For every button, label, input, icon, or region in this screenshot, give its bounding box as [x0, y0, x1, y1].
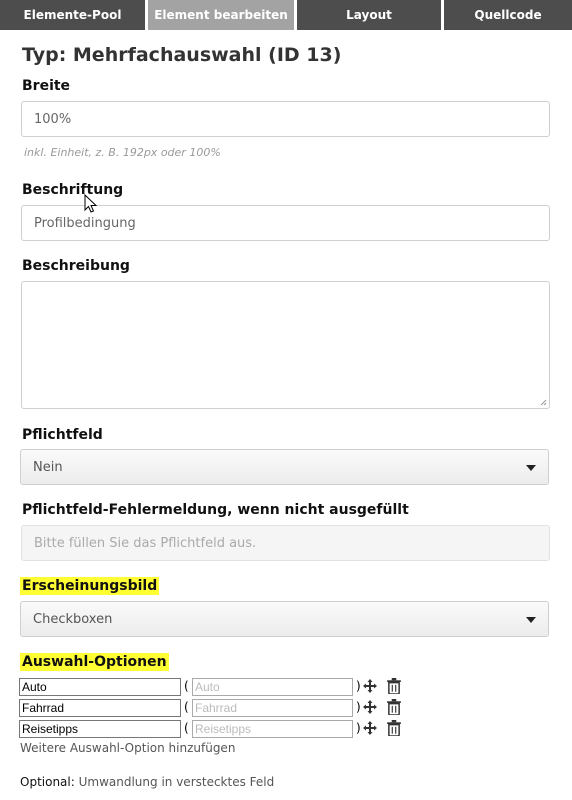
tab-quellcode[interactable]: Quellcode	[444, 0, 572, 30]
chevron-down-icon	[526, 465, 536, 471]
paren-close: )	[356, 700, 361, 714]
breite-label: Breite	[22, 78, 71, 94]
resize-handle-icon[interactable]	[539, 398, 547, 406]
beschriftung-label: Beschriftung	[22, 182, 124, 198]
option-value-input[interactable]: Fahrrad	[19, 699, 181, 717]
pflichtfeld-selected-value: Nein	[33, 459, 63, 475]
optional-prefix: Optional:	[20, 775, 75, 789]
trash-icon[interactable]	[387, 720, 401, 736]
erscheinungsbild-select[interactable]: Checkboxen	[20, 601, 549, 637]
fehlermeldung-label: Pflichtfeld-Fehlermeldung, wenn nicht au…	[22, 502, 409, 518]
paren-open: (	[184, 700, 189, 714]
convert-hidden-field-link[interactable]: Umwandlung in verstecktes Feld	[79, 775, 275, 789]
erscheinungsbild-label-text: Erscheinungsbild	[20, 577, 160, 595]
option-alias-input[interactable]: Auto	[192, 678, 353, 696]
tab-layout[interactable]: Layout	[297, 0, 441, 30]
paren-close: )	[356, 721, 361, 735]
pflichtfeld-select[interactable]: Nein	[20, 449, 549, 485]
optional-line: Optional: Umwandlung in verstecktes Feld	[20, 775, 274, 789]
erscheinungsbild-selected-value: Checkboxen	[33, 611, 113, 627]
optionen-label-text: Auswahl-Optionen	[20, 653, 169, 671]
paren-open: (	[184, 721, 189, 735]
trash-icon[interactable]	[387, 678, 401, 694]
option-value-input[interactable]: Reisetipps	[19, 720, 181, 738]
beschreibung-textarea[interactable]	[21, 281, 550, 409]
erscheinungsbild-label: Erscheinungsbild	[20, 577, 160, 595]
mouse-cursor-icon	[84, 194, 98, 213]
chevron-down-icon	[526, 617, 536, 623]
trash-icon[interactable]	[387, 699, 401, 715]
page-title: Typ: Mehrfachauswahl (ID 13)	[22, 44, 342, 66]
option-value-input[interactable]: Auto	[19, 678, 181, 696]
breite-input[interactable]: 100%	[21, 101, 550, 137]
tab-element-bearbeiten[interactable]: Element bearbeiten	[148, 0, 294, 30]
beschriftung-input[interactable]: Profilbedingung	[21, 205, 550, 241]
paren-open: (	[184, 679, 189, 693]
option-alias-input[interactable]: Fahrrad	[192, 699, 353, 717]
move-icon[interactable]	[363, 699, 377, 715]
move-icon[interactable]	[363, 720, 377, 736]
option-alias-input[interactable]: Reisetipps	[192, 720, 353, 738]
fehlermeldung-input[interactable]: Bitte füllen Sie das Pflichtfeld aus.	[21, 525, 550, 561]
breite-hint: inkl. Einheit, z. B. 192px oder 100%	[24, 146, 221, 159]
beschreibung-label: Beschreibung	[22, 258, 130, 274]
paren-close: )	[356, 679, 361, 693]
tab-elemente-pool[interactable]: Elemente-Pool	[0, 0, 145, 30]
optionen-label: Auswahl-Optionen	[20, 653, 169, 671]
tab-bar: Elemente-Pool Element bearbeiten Layout …	[0, 0, 572, 30]
add-option-link[interactable]: Weitere Auswahl-Option hinzufügen	[20, 741, 235, 755]
move-icon[interactable]	[363, 678, 377, 694]
pflichtfeld-label: Pflichtfeld	[22, 427, 103, 443]
